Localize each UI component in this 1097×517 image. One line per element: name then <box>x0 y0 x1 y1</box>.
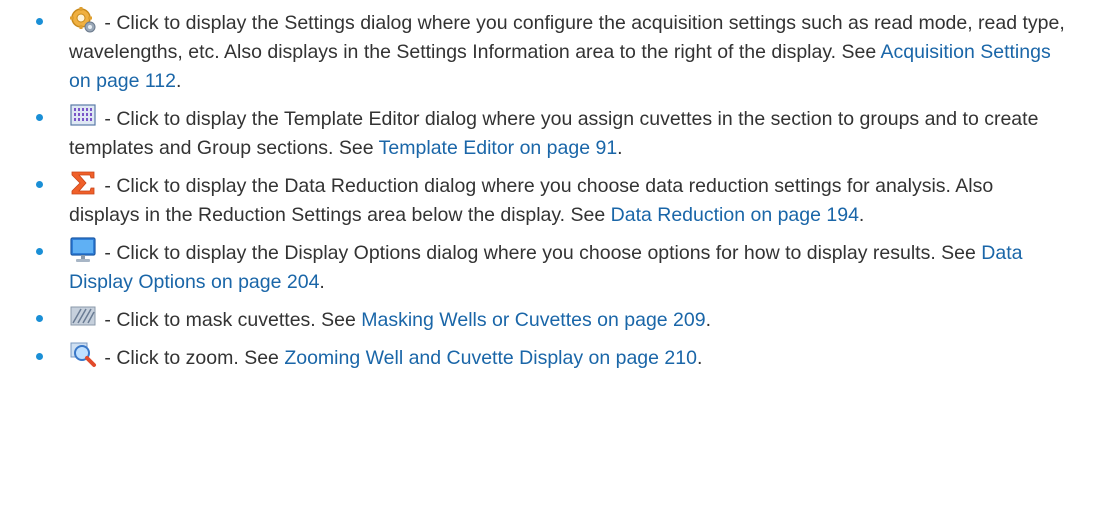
template-grid-icon <box>69 102 97 130</box>
link-zooming-display[interactable]: Zooming Well and Cuvette Display on page… <box>284 347 697 369</box>
bullet <box>36 353 43 360</box>
zoom-icon <box>69 341 97 369</box>
item-text: - Click to display the Display Options d… <box>99 242 982 264</box>
link-template-editor[interactable]: Template Editor on page 91 <box>379 137 618 159</box>
bullet <box>36 181 43 188</box>
bullet <box>36 315 43 322</box>
bullet <box>36 248 43 255</box>
list-item-settings: - Click to display the Settings dialog w… <box>36 6 1067 96</box>
list-item-mask: - Click to mask cuvettes. See Masking We… <box>36 303 1067 335</box>
item-text: - Click to zoom. See <box>99 347 285 369</box>
link-masking-wells[interactable]: Masking Wells or Cuvettes on page 209 <box>361 309 705 331</box>
bullet <box>36 114 43 121</box>
list-item-display-options: - Click to display the Display Options d… <box>36 236 1067 297</box>
list-item-data-reduction: - Click to display the Data Reduction di… <box>36 169 1067 230</box>
item-text-end: . <box>617 137 623 159</box>
item-text-end: . <box>858 204 865 226</box>
sigma-icon <box>69 169 97 197</box>
mask-icon <box>69 303 97 331</box>
list-item-zoom: - Click to zoom. See Zooming Well and Cu… <box>36 341 1067 373</box>
list-item-template-editor: - Click to display the Template Editor d… <box>36 102 1067 163</box>
bullet <box>36 18 43 25</box>
link-data-reduction[interactable]: Data Reduction on page 194 <box>611 204 859 226</box>
item-text-end: . <box>176 70 182 92</box>
item-text: - Click to mask cuvettes. See <box>99 309 362 331</box>
document-page: - Click to display the Settings dialog w… <box>0 0 1097 517</box>
item-text-end: . <box>705 309 712 331</box>
settings-gear-icon <box>69 6 97 34</box>
item-text-end: . <box>319 271 325 293</box>
toolbar-icon-list: - Click to display the Settings dialog w… <box>0 0 1097 373</box>
item-text-end: . <box>696 347 703 369</box>
monitor-icon <box>69 236 97 264</box>
